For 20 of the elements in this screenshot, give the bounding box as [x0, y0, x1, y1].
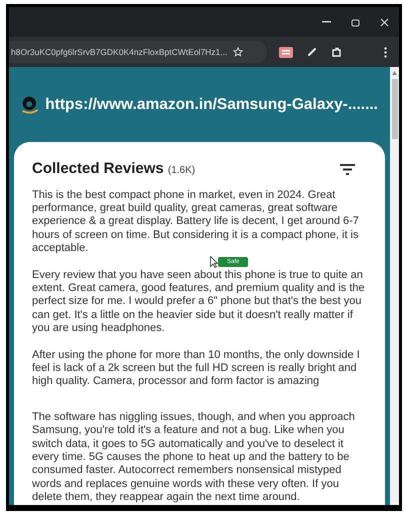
menu-icon[interactable] [384, 46, 387, 58]
star-icon[interactable] [233, 47, 244, 57]
minimize-icon[interactable] [322, 21, 331, 23]
close-icon[interactable] [380, 18, 389, 26]
address-bar[interactable]: h8Or3uKC0pfg6lrSrvB7GDK0K4nzFloxBptCWtEol7Hz1... [9, 41, 267, 63]
page-url: https://www.amazon.in/Samsung-Galaxy-....... [45, 94, 378, 115]
pen-icon[interactable] [307, 47, 317, 57]
scroll-up-icon[interactable] [392, 71, 397, 75]
filter-icon[interactable] [340, 164, 355, 175]
review-text: The software has niggling issues, though, and when you approach Samsung, you're told it's a feature and not a bug. Like when you switch data, it goes to 5G automatically and you've to deselect it every time. 5G causes the phone to heat up and the battery to be consumed faster. Autocorrect remembers nonsensical mistyped words and replaces genuine words with these very often. If you delete them, they reappear again the next time around. [32, 410, 356, 505]
review-text: Every review that you have seen about this phone is true to quite an extent. Great camera, good features, and premium quality and is the perfect size for me. I would prefer a 6" phone but that's the best you can get. It's a little on the heavier side but it doesn't really matter if you are using headphones. [32, 268, 366, 336]
extension-icon[interactable] [279, 46, 293, 58]
cursor-icon [210, 256, 218, 268]
review-text: This is the best compact phone in market, even in 2024. Great performance, great build quality, great cameras, great software experience & a great display. Battery life is decent, I get around 6-7 hours of screen on time. But considering it is a compact phone, it is acceptable. [32, 188, 360, 256]
review-text: After using the phone for more than 10 months, the only downside I feel is lack of a 2k screen but the full HD screen is really bright and high quality. Camera, processor and form factor is amazing [32, 348, 361, 389]
address-text: h8Or3uKC0pfg6lrSrvB7GDK0K4nzFloxBptCWtEol7Hz1... [11, 46, 228, 58]
panel-title: Collected Reviews (1.6K) [32, 159, 196, 179]
scrollbar[interactable] [390, 67, 399, 505]
puzzle-icon[interactable] [331, 46, 342, 58]
restore-icon[interactable] [351, 18, 360, 26]
